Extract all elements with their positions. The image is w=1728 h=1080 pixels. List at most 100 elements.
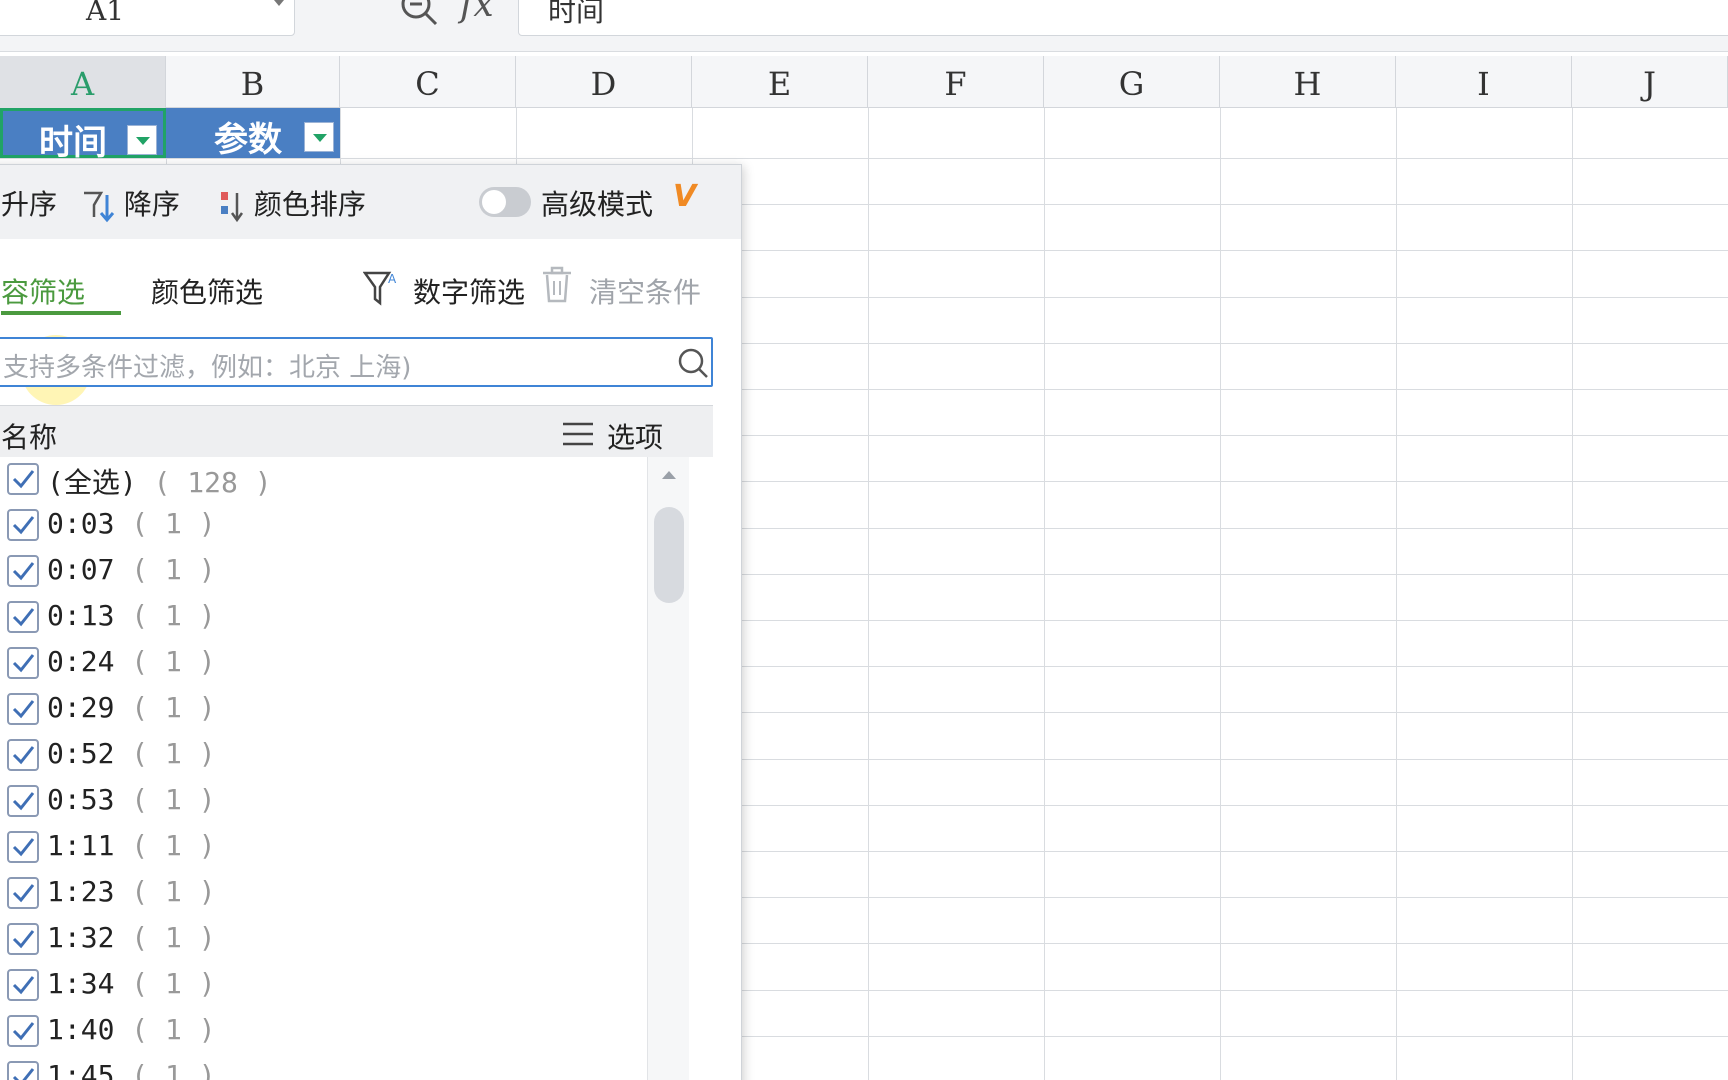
active-tab-indicator bbox=[1, 311, 121, 315]
list-scrollbar[interactable] bbox=[647, 457, 689, 1080]
number-filter-button[interactable]: 数字筛选 bbox=[413, 271, 525, 311]
checkmark-icon bbox=[12, 976, 35, 995]
color-sort-icon bbox=[221, 192, 244, 223]
list-item[interactable]: 0:07 ( 1 ) bbox=[0, 549, 647, 595]
checkbox[interactable] bbox=[7, 831, 39, 863]
checkbox[interactable] bbox=[7, 693, 39, 725]
checkmark-icon bbox=[12, 838, 35, 857]
filter-search-input[interactable]: 支持多条件过滤，例如：北京 上海) bbox=[0, 337, 713, 387]
checkmark-icon bbox=[12, 746, 35, 765]
list-item[interactable]: 1:32 ( 1 ) bbox=[0, 917, 647, 963]
checkbox[interactable] bbox=[7, 1061, 39, 1080]
sort-by-color-button[interactable]: 颜色排序 bbox=[219, 183, 366, 223]
list-item[interactable]: 1:34 ( 1 ) bbox=[0, 963, 647, 1009]
list-item[interactable]: 1:11 ( 1 ) bbox=[0, 825, 647, 871]
column-header-a[interactable]: A bbox=[0, 56, 166, 108]
funnel-icon[interactable]: A bbox=[363, 267, 399, 307]
filter-dropdown-a-icon[interactable] bbox=[127, 125, 157, 155]
sort-by-color-label: 颜色排序 bbox=[253, 188, 366, 221]
column-header-g[interactable]: G bbox=[1044, 56, 1220, 108]
name-box-dropdown-icon[interactable] bbox=[274, 0, 284, 6]
list-item[interactable]: 0:29 ( 1 ) bbox=[0, 687, 647, 733]
grid-column-line bbox=[1396, 108, 1397, 1080]
list-item[interactable]: 0:53 ( 1 ) bbox=[0, 779, 647, 825]
filter-value-list: (全选) ( 128 ) 0:03 ( 1 ) 0:07 ( 1 ) 0:13 ( 1… bbox=[0, 457, 647, 1080]
list-item-label: 0:13 ( 1 ) bbox=[47, 599, 216, 632]
name-box-value: A1 bbox=[86, 0, 125, 27]
list-item-value: 0:53 bbox=[47, 783, 115, 816]
list-item-count: ( 1 ) bbox=[131, 921, 216, 954]
list-item-count: ( 1 ) bbox=[131, 1059, 216, 1080]
checkbox[interactable] bbox=[7, 601, 39, 633]
advanced-mode-toggle[interactable] bbox=[479, 187, 531, 217]
scroll-thumb[interactable] bbox=[654, 507, 684, 603]
column-header-row: A B C D E F G H I J bbox=[0, 56, 1728, 108]
list-item-count: ( 1 ) bbox=[131, 1013, 216, 1046]
column-header-b[interactable]: B bbox=[166, 56, 340, 108]
list-item-label: 1:32 ( 1 ) bbox=[47, 921, 216, 954]
checkbox[interactable] bbox=[7, 877, 39, 909]
checkbox[interactable] bbox=[7, 555, 39, 587]
checkbox[interactable] bbox=[7, 923, 39, 955]
checkbox[interactable] bbox=[7, 739, 39, 771]
list-item-count: ( 1 ) bbox=[131, 829, 216, 862]
search-icon[interactable] bbox=[677, 347, 709, 379]
list-item-value: 0:13 bbox=[47, 599, 115, 632]
list-item[interactable]: (全选) ( 128 ) bbox=[0, 457, 647, 503]
sort-bar: 升序 降序 颜色排序 高级模式 V bbox=[0, 165, 741, 239]
name-box[interactable] bbox=[0, 0, 295, 36]
column-header-f[interactable]: F bbox=[868, 56, 1044, 108]
list-header-name: 名称 bbox=[1, 421, 58, 454]
list-item[interactable]: 0:03 ( 1 ) bbox=[0, 503, 647, 549]
list-item[interactable]: 1:23 ( 1 ) bbox=[0, 871, 647, 917]
cell-b1-text: 参数 bbox=[214, 120, 282, 160]
list-item-value: 0:29 bbox=[47, 691, 115, 724]
clear-conditions-button[interactable]: 清空条件 bbox=[589, 271, 701, 311]
svg-text:A: A bbox=[388, 272, 397, 286]
scroll-up-icon[interactable] bbox=[662, 471, 676, 479]
vip-icon: V bbox=[673, 179, 697, 214]
tab-color-filter[interactable]: 颜色筛选 bbox=[151, 271, 263, 311]
list-item-value: 1:40 bbox=[47, 1013, 115, 1046]
column-header-c[interactable]: C bbox=[340, 56, 516, 108]
column-header-h[interactable]: H bbox=[1220, 56, 1396, 108]
checkbox[interactable] bbox=[7, 509, 39, 541]
cell-a1[interactable]: 时间 bbox=[0, 108, 166, 163]
checkbox[interactable] bbox=[7, 647, 39, 679]
list-item-count: ( 1 ) bbox=[131, 599, 216, 632]
tab-content-filter[interactable]: 容筛选 bbox=[1, 271, 85, 311]
checkbox[interactable] bbox=[7, 1015, 39, 1047]
column-header-d[interactable]: D bbox=[516, 56, 692, 108]
checkbox[interactable] bbox=[7, 463, 39, 495]
formula-input[interactable] bbox=[518, 0, 1728, 36]
trash-icon[interactable] bbox=[539, 265, 575, 305]
checkbox[interactable] bbox=[7, 969, 39, 1001]
sort-descending-button[interactable]: 降序 bbox=[81, 183, 180, 223]
checkmark-icon bbox=[12, 930, 35, 949]
fx-icon[interactable]: fx bbox=[460, 0, 494, 25]
checkmark-icon bbox=[12, 884, 35, 903]
sort-ascending-button[interactable]: 升序 bbox=[1, 183, 57, 223]
list-item[interactable]: 0:52 ( 1 ) bbox=[0, 733, 647, 779]
filter-dropdown-b-icon[interactable] bbox=[304, 122, 334, 152]
filter-panel: 升序 降序 颜色排序 高级模式 V 容筛选 颜色筛选 A 数字筛选 清空条件 支… bbox=[0, 164, 742, 1080]
checkmark-icon bbox=[12, 792, 35, 811]
checkmark-icon bbox=[12, 654, 35, 673]
checkmark-icon bbox=[12, 700, 35, 719]
column-header-j[interactable]: J bbox=[1572, 56, 1728, 108]
checkbox[interactable] bbox=[7, 785, 39, 817]
list-item[interactable]: 0:13 ( 1 ) bbox=[0, 595, 647, 641]
zoom-search-icon[interactable] bbox=[398, 0, 440, 28]
options-button[interactable]: 选项 bbox=[607, 416, 663, 456]
column-header-e[interactable]: E bbox=[692, 56, 868, 108]
list-item[interactable]: 0:24 ( 1 ) bbox=[0, 641, 647, 687]
grid-column-line bbox=[1220, 108, 1221, 1080]
menu-icon[interactable] bbox=[561, 420, 595, 448]
list-item[interactable]: 1:45 ( 1 ) bbox=[0, 1055, 647, 1080]
column-header-i[interactable]: I bbox=[1396, 56, 1572, 108]
checkmark-icon bbox=[12, 516, 35, 535]
list-item-count: ( 1 ) bbox=[131, 553, 216, 586]
list-item-label: 1:34 ( 1 ) bbox=[47, 967, 216, 1000]
list-item[interactable]: 1:40 ( 1 ) bbox=[0, 1009, 647, 1055]
cell-b1[interactable]: 参数 bbox=[166, 108, 340, 160]
